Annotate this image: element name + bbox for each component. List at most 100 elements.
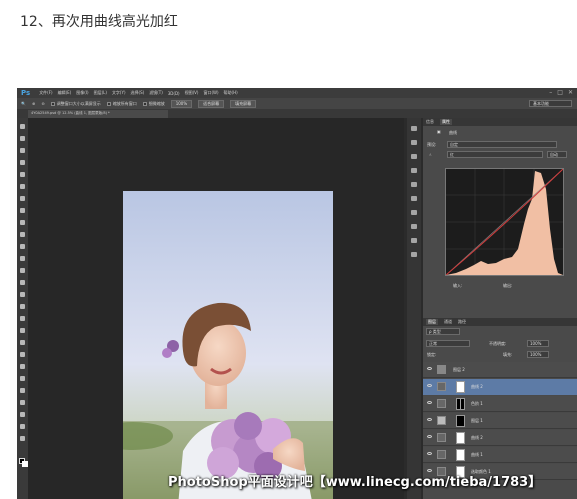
watermark: PhotoShop平面设计吧【www.linecg.com/tieba/1783… [168, 475, 542, 490]
menu-edit[interactable]: 编辑(E) [58, 90, 72, 96]
tool-icon[interactable] [20, 316, 25, 321]
layer-row[interactable]: 曲线 1 [423, 447, 577, 463]
zoom-tool-icon[interactable]: 🔍 [21, 101, 26, 106]
panel-icon[interactable] [411, 154, 417, 159]
minimize-button[interactable]: – [549, 89, 552, 96]
tool-icon[interactable] [20, 352, 25, 357]
bride-photo [123, 191, 333, 499]
layer-name: 曲线 2 [471, 435, 483, 440]
tool-icon[interactable] [20, 436, 25, 441]
tool-icon[interactable] [20, 304, 25, 309]
properties-tabs: 信息 属性 [423, 118, 577, 126]
layer-row-selected[interactable]: 曲线 2 [423, 379, 577, 395]
visibility-eye-icon[interactable] [427, 384, 432, 387]
tool-icon[interactable] [20, 172, 25, 177]
close-button[interactable]: ✕ [568, 89, 573, 96]
fill-label: 填充: [503, 352, 513, 357]
menu-select[interactable]: 选择(S) [131, 90, 145, 96]
panel-icon[interactable] [411, 210, 417, 215]
menu-layer[interactable]: 图层(L) [94, 90, 107, 96]
menu-window[interactable]: 窗口(W) [203, 90, 218, 96]
blend-mode-select[interactable]: 正常 [426, 340, 470, 347]
fill-input[interactable]: 100% [527, 351, 549, 358]
actual-pixels-button[interactable]: 100% [170, 99, 193, 108]
maximize-button[interactable]: □ [557, 89, 563, 96]
panel-icon[interactable] [411, 168, 417, 173]
menu-type[interactable]: 文字(Y) [112, 90, 126, 96]
visibility-eye-icon[interactable] [427, 367, 432, 370]
opacity-input[interactable]: 100% [527, 340, 549, 347]
tool-icon[interactable] [20, 400, 25, 405]
panel-icon[interactable] [411, 182, 417, 187]
tool-icon[interactable] [20, 160, 25, 165]
checkbox-icon [50, 101, 55, 106]
layer-filter-select[interactable]: ρ 类型 [426, 328, 460, 335]
visibility-eye-icon[interactable] [427, 401, 432, 404]
tab-channels[interactable]: 通道 [444, 319, 452, 325]
tool-icon[interactable] [20, 220, 25, 225]
channel-select[interactable]: 红 [447, 151, 543, 158]
tool-icon[interactable] [20, 196, 25, 201]
fill-screen-button[interactable]: 填充屏幕 [230, 99, 257, 108]
fit-screen-button[interactable]: 适合屏幕 [198, 99, 225, 108]
visibility-eye-icon[interactable] [427, 418, 432, 421]
preset-select[interactable]: 自定 [447, 141, 557, 148]
tool-icon[interactable] [20, 268, 25, 273]
tab-layers[interactable]: 图层 [426, 319, 438, 325]
menu-3d[interactable]: 3D(D) [168, 91, 180, 96]
hand-adjust-icon[interactable]: ☝ [429, 152, 431, 157]
tool-icon[interactable] [20, 256, 25, 261]
panel-icon[interactable] [411, 126, 417, 131]
visibility-eye-icon[interactable] [427, 435, 432, 438]
auto-button[interactable]: 自动 [547, 151, 567, 158]
panel-icon[interactable] [411, 140, 417, 145]
ps-logo: Ps [21, 89, 31, 97]
tool-icon[interactable] [20, 208, 25, 213]
menu-file[interactable]: 文件(F) [39, 90, 52, 96]
tool-icon[interactable] [20, 148, 25, 153]
tool-icon[interactable] [20, 292, 25, 297]
menu-view[interactable]: 视图(V) [185, 90, 199, 96]
tab-paths[interactable]: 路径 [458, 319, 466, 325]
zoom-out-icon[interactable]: ⊖ [41, 101, 44, 106]
scrubby-zoom-option[interactable]: 细微缩放 [142, 101, 165, 107]
input-label: 输入: [453, 283, 463, 288]
visibility-eye-icon[interactable] [427, 452, 432, 455]
resize-windows-option[interactable]: 调整窗口大小以满屏显示 [50, 101, 101, 107]
tool-icon[interactable] [20, 364, 25, 369]
zoom-all-option[interactable]: 缩放所有窗口 [106, 101, 137, 107]
panel-icon[interactable] [411, 196, 417, 201]
tool-icon[interactable] [20, 328, 25, 333]
tool-icon[interactable] [20, 340, 25, 345]
menu-filter[interactable]: 滤镜(T) [149, 90, 163, 96]
panel-icon[interactable] [411, 238, 417, 243]
menu-image[interactable]: 图像(I) [76, 90, 88, 96]
tool-icon[interactable] [20, 376, 25, 381]
layer-row[interactable]: 图层 1 [423, 413, 577, 429]
tool-icon[interactable] [20, 280, 25, 285]
curves-graph[interactable] [445, 168, 564, 276]
tab-properties[interactable]: 属性 [440, 119, 452, 125]
document-tab[interactable]: 4Y0A2549.psd @ 12.5% (曲线 1, 图层蒙版/8) * [28, 110, 168, 118]
panel-icon[interactable] [411, 252, 417, 257]
tool-icon[interactable] [20, 424, 25, 429]
panel-icon[interactable] [411, 224, 417, 229]
layer-row[interactable]: 曲线 2 [423, 430, 577, 446]
tab-info[interactable]: 信息 [426, 119, 434, 125]
layer-row[interactable]: 图层 2 [423, 362, 577, 378]
tool-icon[interactable] [20, 388, 25, 393]
workspace-select[interactable]: 基本功能 [529, 100, 572, 107]
tool-icon[interactable] [20, 232, 25, 237]
tool-icon[interactable] [20, 184, 25, 189]
layer-mask-thumbnail [456, 449, 465, 461]
layer-row[interactable]: 色阶 1 [423, 396, 577, 412]
menu-help[interactable]: 帮助(H) [224, 90, 238, 96]
step-heading: 12、再次用曲线高光加红 [20, 14, 178, 30]
tool-icon[interactable] [20, 412, 25, 417]
tool-icon[interactable] [20, 244, 25, 249]
zoom-in-icon[interactable]: ⊕ [32, 101, 35, 106]
canvas-area[interactable] [28, 118, 404, 499]
photoshop-window: Ps 文件(F) 编辑(E) 图像(I) 图层(L) 文字(Y) 选择(S) 滤… [17, 88, 577, 499]
tool-icon[interactable] [20, 136, 25, 141]
tool-icon[interactable] [20, 124, 25, 129]
